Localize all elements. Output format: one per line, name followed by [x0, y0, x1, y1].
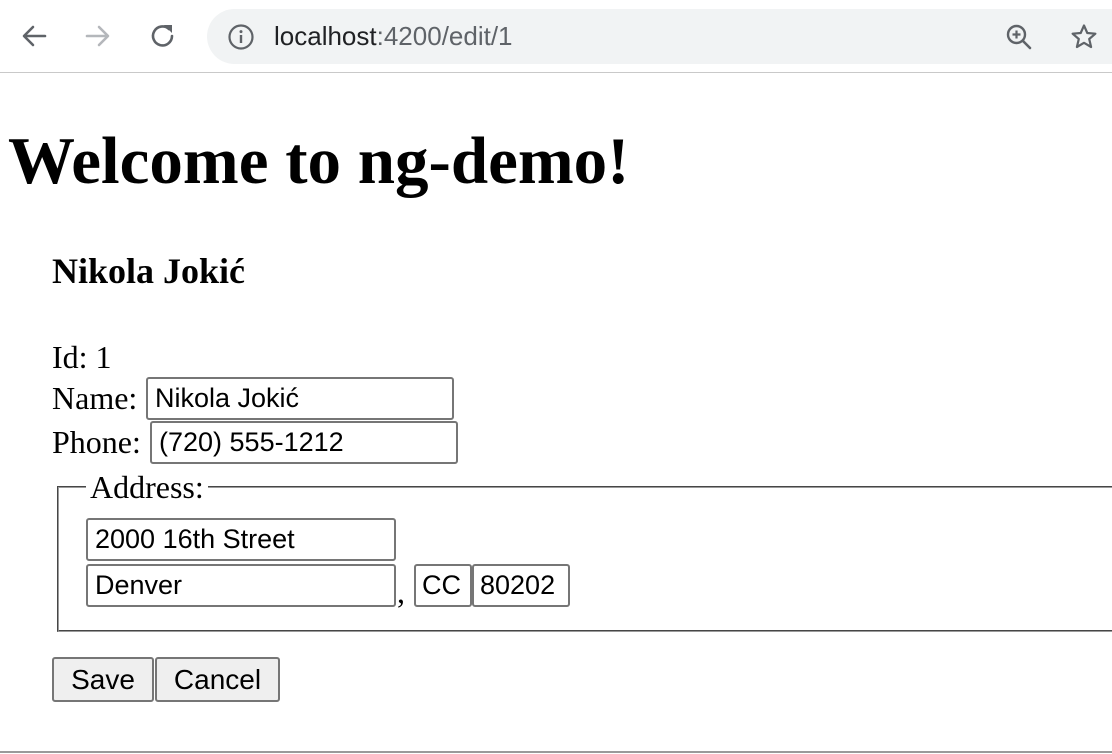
city-state-separator: , — [397, 574, 405, 610]
phone-input[interactable] — [150, 421, 458, 464]
hero-name-heading: Nikola Jokić — [52, 251, 246, 291]
star-icon[interactable] — [1069, 22, 1099, 52]
address-legend: Address: — [86, 469, 208, 505]
page-divider — [0, 751, 1112, 753]
address-bar[interactable]: localhost:4200/edit/1 — [207, 9, 1112, 64]
info-icon[interactable] — [227, 23, 255, 51]
url-path: :4200/edit/1 — [376, 21, 513, 51]
zip-input[interactable] — [472, 564, 570, 607]
browser-toolbar: localhost:4200/edit/1 — [0, 0, 1112, 73]
street-input[interactable] — [86, 518, 396, 561]
save-button[interactable]: Save — [52, 657, 154, 702]
back-arrow-icon[interactable] — [15, 17, 53, 55]
name-input[interactable] — [146, 377, 454, 420]
cancel-button[interactable]: Cancel — [155, 657, 280, 702]
forward-arrow-icon[interactable] — [79, 17, 117, 55]
zoom-in-icon[interactable] — [1004, 22, 1034, 52]
reload-icon[interactable] — [144, 17, 182, 55]
id-label: Id: — [52, 339, 88, 375]
page-title: Welcome to ng-demo! — [8, 124, 630, 198]
state-input[interactable] — [414, 564, 472, 607]
url-host: localhost — [274, 21, 377, 51]
city-input[interactable] — [86, 564, 396, 607]
id-line: Id: 1 — [52, 339, 112, 375]
name-label: Name: — [52, 380, 138, 416]
id-value: 1 — [95, 339, 112, 375]
url-text[interactable]: localhost:4200/edit/1 — [274, 21, 513, 51]
phone-label: Phone: — [52, 424, 141, 460]
